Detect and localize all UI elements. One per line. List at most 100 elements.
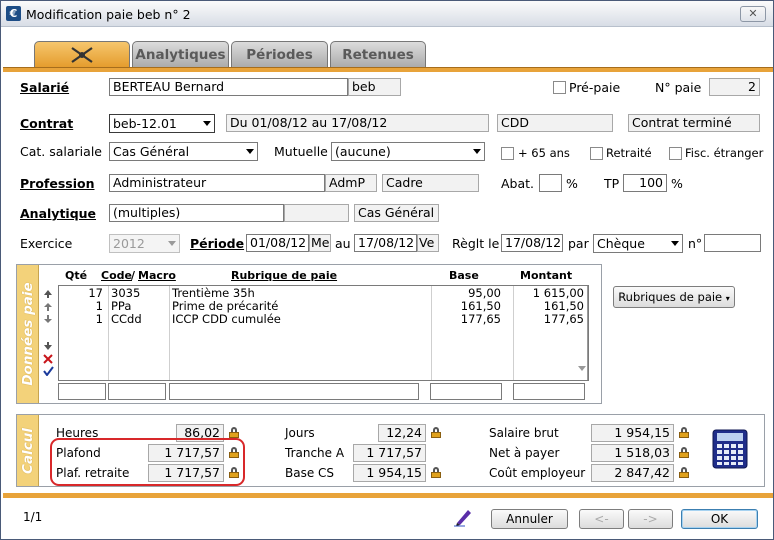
row-montant: 177,65 — [543, 312, 584, 326]
calcul-title: Calcul — [19, 427, 36, 474]
tab-main[interactable] — [34, 41, 130, 68]
analytique-field[interactable]: (multiples) — [109, 204, 284, 222]
profession-field[interactable]: Administrateur — [109, 174, 325, 192]
lock-icon[interactable] — [229, 427, 239, 438]
move-up-icon[interactable] — [43, 289, 53, 299]
lock-icon[interactable] — [431, 467, 441, 478]
validate-check-icon[interactable] — [43, 366, 54, 376]
tab-retenues[interactable]: Retenues — [330, 41, 426, 68]
row-base: 177,65 — [460, 312, 501, 326]
exercice-select[interactable]: 2012 — [109, 234, 180, 253]
num-paie-field: 2 — [709, 78, 760, 96]
tp-field[interactable]: 100 — [623, 174, 667, 192]
cout-employeur-label: Coût employeur — [489, 466, 586, 480]
numero-label: n° — [688, 236, 703, 251]
num-paie-label: N° paie — [655, 80, 702, 95]
mutuelle-value: (aucune) — [335, 144, 391, 159]
rubriques-button-label: Rubriques de paie — [618, 290, 723, 304]
header-code[interactable]: Code — [101, 269, 132, 282]
fisc-etranger-label: Fisc. étranger — [685, 146, 764, 160]
close-button[interactable]: ✕ — [740, 6, 766, 22]
salaire-brut-label: Salaire brut — [489, 426, 559, 440]
header-rubrique[interactable]: Rubrique de paie — [231, 269, 337, 282]
profession-code-field: AdmP — [325, 174, 377, 192]
ok-button[interactable]: OK — [681, 509, 758, 529]
periode-fin-field[interactable]: 17/08/12 — [354, 234, 417, 252]
mutuelle-label: Mutuelle — [274, 144, 328, 159]
analytique-label[interactable]: Analytique — [20, 206, 96, 221]
mode-reglement-select[interactable]: Chèque — [593, 234, 683, 253]
table-row[interactable]: 1 CCdd ICCP CDD cumulée 177,65 177,65 — [59, 312, 587, 326]
header-montant[interactable]: Montant — [520, 269, 572, 282]
numero-field[interactable] — [704, 234, 761, 252]
net-a-payer-field: 1 518,03 — [591, 444, 674, 462]
table-row[interactable]: 17 3035 Trentième 35h 95,00 1 615,00 — [59, 286, 587, 300]
row-rubrique: ICCP CDD cumulée — [172, 312, 281, 326]
contrat-select[interactable]: beb-12.01 — [109, 114, 215, 133]
donnees-paie-sidebar: Données paie — [17, 265, 39, 403]
previous-button[interactable]: <- — [579, 509, 624, 529]
annuler-button[interactable]: Annuler — [491, 509, 568, 529]
analytique-cat-field: Cas Général — [354, 204, 439, 222]
pen-edit-icon[interactable] — [453, 507, 473, 527]
profession-label[interactable]: Profession — [20, 176, 94, 191]
row-montant: 1 615,00 — [532, 286, 584, 300]
delete-icon[interactable] — [43, 354, 53, 364]
salaire-brut-field: 1 954,15 — [591, 424, 674, 442]
base-cs-label: Base CS — [285, 466, 335, 480]
header-qte[interactable]: Qté — [65, 269, 87, 282]
chevron-down-icon — [203, 121, 211, 126]
chevron-down-icon — [473, 149, 481, 154]
rubriques-de-paie-button[interactable]: Rubriques de paie ▾ — [613, 286, 735, 308]
new-qte-input[interactable] — [58, 383, 106, 400]
periode-fin-jour: Ve — [417, 234, 439, 252]
header-macro[interactable]: Macro — [138, 269, 176, 282]
periode-label[interactable]: Période — [190, 236, 244, 251]
fisc-etranger-checkbox[interactable] — [669, 147, 682, 160]
periode-debut-jour: Me — [309, 234, 331, 252]
periode-debut-field[interactable]: 01/08/12 — [246, 234, 309, 252]
table-row[interactable]: 1 PPa Prime de précarité 161,50 161,50 — [59, 299, 587, 313]
reglt-date-field[interactable]: 17/08/12 — [501, 234, 563, 252]
row-code: CCdd — [111, 312, 142, 326]
lock-icon[interactable] — [431, 427, 441, 438]
pre-paie-checkbox[interactable] — [553, 81, 566, 94]
row-code: PPa — [111, 299, 132, 313]
next-button[interactable]: -> — [628, 509, 673, 529]
cat-salariale-select[interactable]: Cas Général — [109, 142, 258, 161]
new-base-input[interactable] — [430, 383, 502, 400]
tab-analytiques[interactable]: Analytiques — [132, 41, 229, 68]
abat-field[interactable] — [539, 174, 562, 192]
move-down-icon[interactable] — [43, 341, 53, 351]
move-down-small-icon[interactable] — [43, 314, 53, 324]
calculator-icon[interactable] — [712, 429, 748, 469]
new-rubrique-input[interactable] — [169, 383, 419, 400]
row-base: 161,50 — [460, 299, 501, 313]
lock-icon[interactable] — [679, 467, 689, 478]
reglt-label: Règlt le — [452, 236, 500, 251]
contrat-label[interactable]: Contrat — [20, 116, 73, 131]
chevron-down-icon — [168, 241, 176, 246]
scroll-down-icon[interactable] — [578, 366, 586, 372]
row-qte: 1 — [95, 299, 103, 313]
new-montant-input[interactable] — [513, 383, 585, 400]
retraite-checkbox[interactable] — [590, 147, 603, 160]
salarie-name-field[interactable]: BERTEAU Bernard — [109, 78, 348, 96]
plus-65-checkbox[interactable] — [501, 147, 514, 160]
rubriques-grid: 17 3035 Trentième 35h 95,00 1 615,00 1 P… — [58, 285, 589, 381]
row-rubrique: Trentième 35h — [172, 286, 255, 300]
tranche-a-label: Tranche A — [285, 446, 345, 460]
lock-icon[interactable] — [679, 427, 689, 438]
analytique-blank-field — [284, 204, 349, 222]
highlight-box — [50, 438, 245, 486]
lock-icon[interactable] — [679, 447, 689, 458]
profession-categorie-field: Cadre — [382, 174, 479, 192]
dropdown-arrow-icon: ▾ — [725, 294, 730, 303]
title-bar: € Modification paie beb n° 2 ✕ — [1, 1, 773, 27]
header-base[interactable]: Base — [449, 269, 479, 282]
tab-periodes[interactable]: Périodes — [231, 41, 328, 68]
move-up-small-icon[interactable] — [43, 302, 53, 312]
mutuelle-select[interactable]: (aucune) — [331, 142, 485, 161]
contrat-statut-field: Contrat terminé — [628, 114, 760, 132]
new-code-input[interactable] — [108, 383, 166, 400]
